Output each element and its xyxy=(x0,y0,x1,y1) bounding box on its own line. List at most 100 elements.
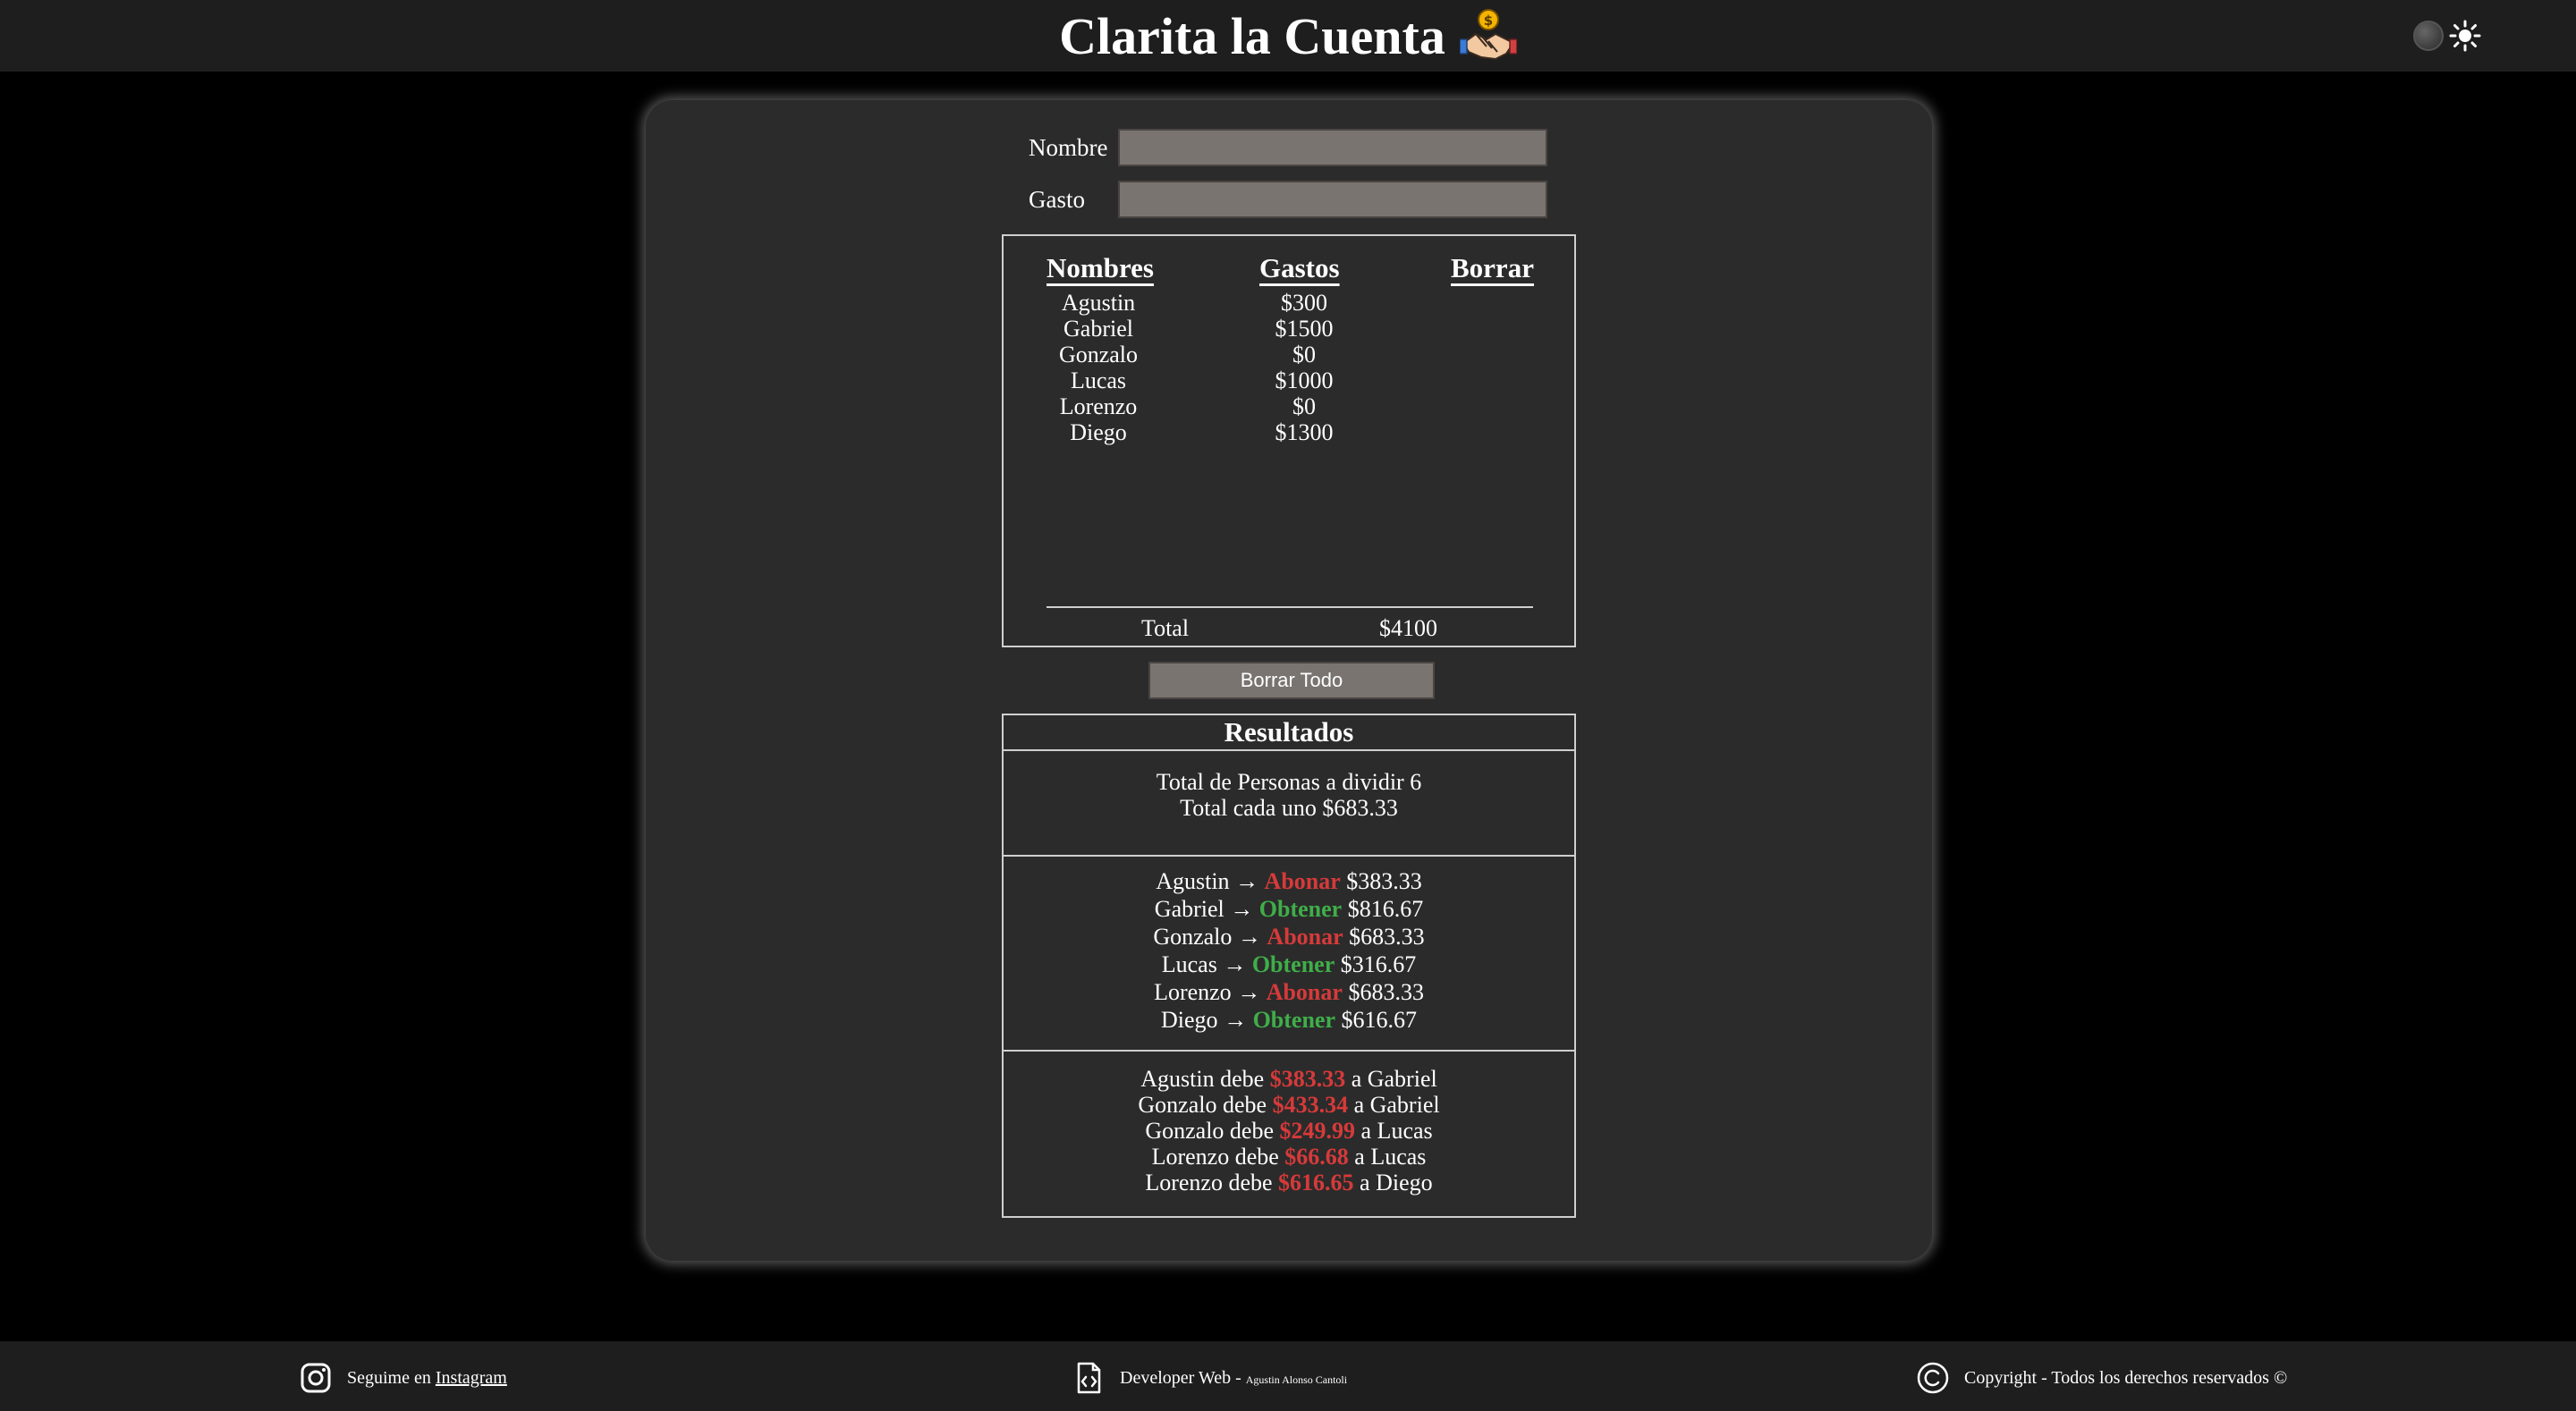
balance-name: Gabriel xyxy=(1154,896,1224,922)
table-row: Diego $1300 xyxy=(1004,419,1574,445)
balance-name: Agustin xyxy=(1156,868,1230,894)
balance-action: Abonar xyxy=(1264,868,1341,894)
debt-from: Lorenzo debe xyxy=(1145,1170,1279,1196)
results-summary: Total de Personas a dividir 6 Total cada… xyxy=(1004,751,1574,857)
expenses-table: Nombres Gastos Borrar Agustin $300 Gabri… xyxy=(1002,234,1576,647)
arrow: → xyxy=(1217,1007,1253,1033)
arrow: → xyxy=(1229,868,1265,894)
name-input[interactable] xyxy=(1118,129,1547,166)
copyright-text: Copyright - Todos los derechos reservado… xyxy=(1964,1367,2288,1388)
results-balances: Agustin → Abonar $383.33 Gabriel → Obten… xyxy=(1004,857,1574,1052)
arrow: → xyxy=(1224,896,1259,922)
balance-item: Lorenzo → Abonar $683.33 xyxy=(1004,978,1574,1006)
balance-item: Diego → Obtener $616.67 xyxy=(1004,1006,1574,1034)
debt-item: Lorenzo debe $66.68 a Lucas xyxy=(1004,1144,1574,1170)
header-borrar: Borrar xyxy=(1451,252,1534,283)
debt-from: Gonzalo debe xyxy=(1138,1092,1273,1118)
header-gastos: Gastos xyxy=(1259,252,1340,283)
instagram-text: Seguime en Instagram xyxy=(347,1368,507,1389)
main-card: Nombre Gasto Nombres Gastos Borrar Agust… xyxy=(646,100,1932,1261)
row-name: Gonzalo xyxy=(1058,342,1139,368)
balance-name: Lorenzo xyxy=(1154,979,1232,1005)
people-count: Total de Personas a dividir 6 xyxy=(1156,769,1422,795)
table-row: Gabriel $1500 xyxy=(1004,316,1574,342)
balance-item: Agustin → Abonar $383.33 xyxy=(1004,867,1574,895)
debt-amount: $433.34 xyxy=(1272,1092,1349,1118)
header: Clarita la Cuenta $ xyxy=(0,0,2576,72)
expense-label: Gasto xyxy=(1029,185,1085,213)
table-row: Lorenzo $0 xyxy=(1004,393,1574,419)
table-body: Agustin $300 Gabriel $1500 Gonzalo $0 Lu… xyxy=(1004,290,1574,445)
page-title: Clarita la Cuenta $ xyxy=(1059,6,1517,66)
clear-all-button[interactable]: Borrar Todo xyxy=(1148,662,1435,699)
balance-name: Gonzalo xyxy=(1153,924,1233,950)
code-file-icon xyxy=(1077,1362,1101,1394)
copyright-icon xyxy=(1917,1362,1949,1394)
expense-input[interactable] xyxy=(1118,181,1547,218)
row-amount: $1000 xyxy=(1275,368,1334,393)
balance-action: Obtener xyxy=(1252,1007,1335,1033)
debt-amount: $249.99 xyxy=(1279,1118,1356,1144)
balance-amount: $316.67 xyxy=(1335,951,1417,977)
app-title-text: Clarita la Cuenta xyxy=(1059,6,1445,65)
debt-from: Agustin debe xyxy=(1140,1066,1270,1092)
row-name: Gabriel xyxy=(1063,316,1133,342)
debt-to: a Lucas xyxy=(1348,1144,1427,1170)
row-amount: $300 xyxy=(1281,290,1327,316)
instagram-link[interactable]: Instagram xyxy=(436,1368,507,1388)
balance-amount: $683.33 xyxy=(1343,924,1425,950)
sun-icon[interactable] xyxy=(2449,20,2481,52)
debt-item: Agustin debe $383.33 a Gabriel xyxy=(1004,1066,1574,1092)
balance-action: Abonar xyxy=(1266,979,1343,1005)
balance-amount: $616.67 xyxy=(1335,1007,1417,1033)
expense-row: Gasto xyxy=(1029,181,1547,218)
results-panel: Resultados Total de Personas a dividir 6… xyxy=(1002,714,1576,1218)
arrow: → xyxy=(1232,924,1267,950)
balance-item: Gonzalo → Abonar $683.33 xyxy=(1004,923,1574,951)
footer-instagram: Seguime en Instagram xyxy=(299,1361,507,1395)
name-row: Nombre xyxy=(1029,129,1547,166)
debt-from: Gonzalo debe xyxy=(1145,1118,1280,1144)
total-label: Total xyxy=(1141,615,1190,641)
debt-amount: $66.68 xyxy=(1284,1144,1349,1170)
debt-to: a Diego xyxy=(1353,1170,1433,1196)
handshake-coin-icon: $ xyxy=(1459,9,1517,61)
debt-to: a Gabriel xyxy=(1345,1066,1437,1092)
arrow: → xyxy=(1216,951,1252,977)
balance-amount: $683.33 xyxy=(1342,979,1424,1005)
row-amount: $0 xyxy=(1292,342,1316,368)
balance-name: Lucas xyxy=(1161,951,1217,977)
balance-amount: $383.33 xyxy=(1340,868,1422,894)
svg-text:$: $ xyxy=(1484,13,1493,29)
row-name: Lucas xyxy=(1070,368,1127,393)
table-row: Agustin $300 xyxy=(1004,290,1574,316)
name-label: Nombre xyxy=(1029,133,1108,161)
debt-to: a Lucas xyxy=(1355,1118,1433,1144)
arrow: → xyxy=(1231,979,1267,1005)
developer-text: Developer Web - Agustin Alonso Cantoli xyxy=(1120,1368,1347,1389)
results-title: Resultados xyxy=(1004,715,1574,751)
debt-item: Lorenzo debe $616.65 a Diego xyxy=(1004,1170,1574,1196)
balance-action: Obtener xyxy=(1258,896,1343,922)
table-header: Nombres Gastos Borrar xyxy=(1004,252,1574,288)
debt-amount: $616.65 xyxy=(1278,1170,1354,1196)
developer-prefix: Developer Web - xyxy=(1120,1367,1246,1388)
total-divider xyxy=(1046,606,1533,608)
row-amount: $0 xyxy=(1292,393,1316,419)
row-name: Agustin xyxy=(1061,290,1136,316)
toggle-knob[interactable] xyxy=(2413,21,2444,51)
instagram-icon[interactable] xyxy=(299,1361,333,1395)
row-amount: $1300 xyxy=(1275,419,1334,445)
total-value: $4100 xyxy=(1379,615,1437,641)
results-debts: Agustin debe $383.33 a Gabriel Gonzalo d… xyxy=(1004,1052,1574,1196)
theme-toggle[interactable] xyxy=(2413,20,2481,52)
row-amount: $1500 xyxy=(1275,316,1334,342)
footer-copyright: Copyright - Todos los derechos reservado… xyxy=(1916,1361,2287,1395)
row-name: Lorenzo xyxy=(1059,393,1138,419)
balance-item: Lucas → Obtener $316.67 xyxy=(1004,951,1574,978)
instagram-prefix: Seguime en xyxy=(347,1367,436,1388)
table-row: Lucas $1000 xyxy=(1004,368,1574,393)
header-nombres: Nombres xyxy=(1046,252,1154,283)
debt-from: Lorenzo debe xyxy=(1151,1144,1285,1170)
table-row: Gonzalo $0 xyxy=(1004,342,1574,368)
